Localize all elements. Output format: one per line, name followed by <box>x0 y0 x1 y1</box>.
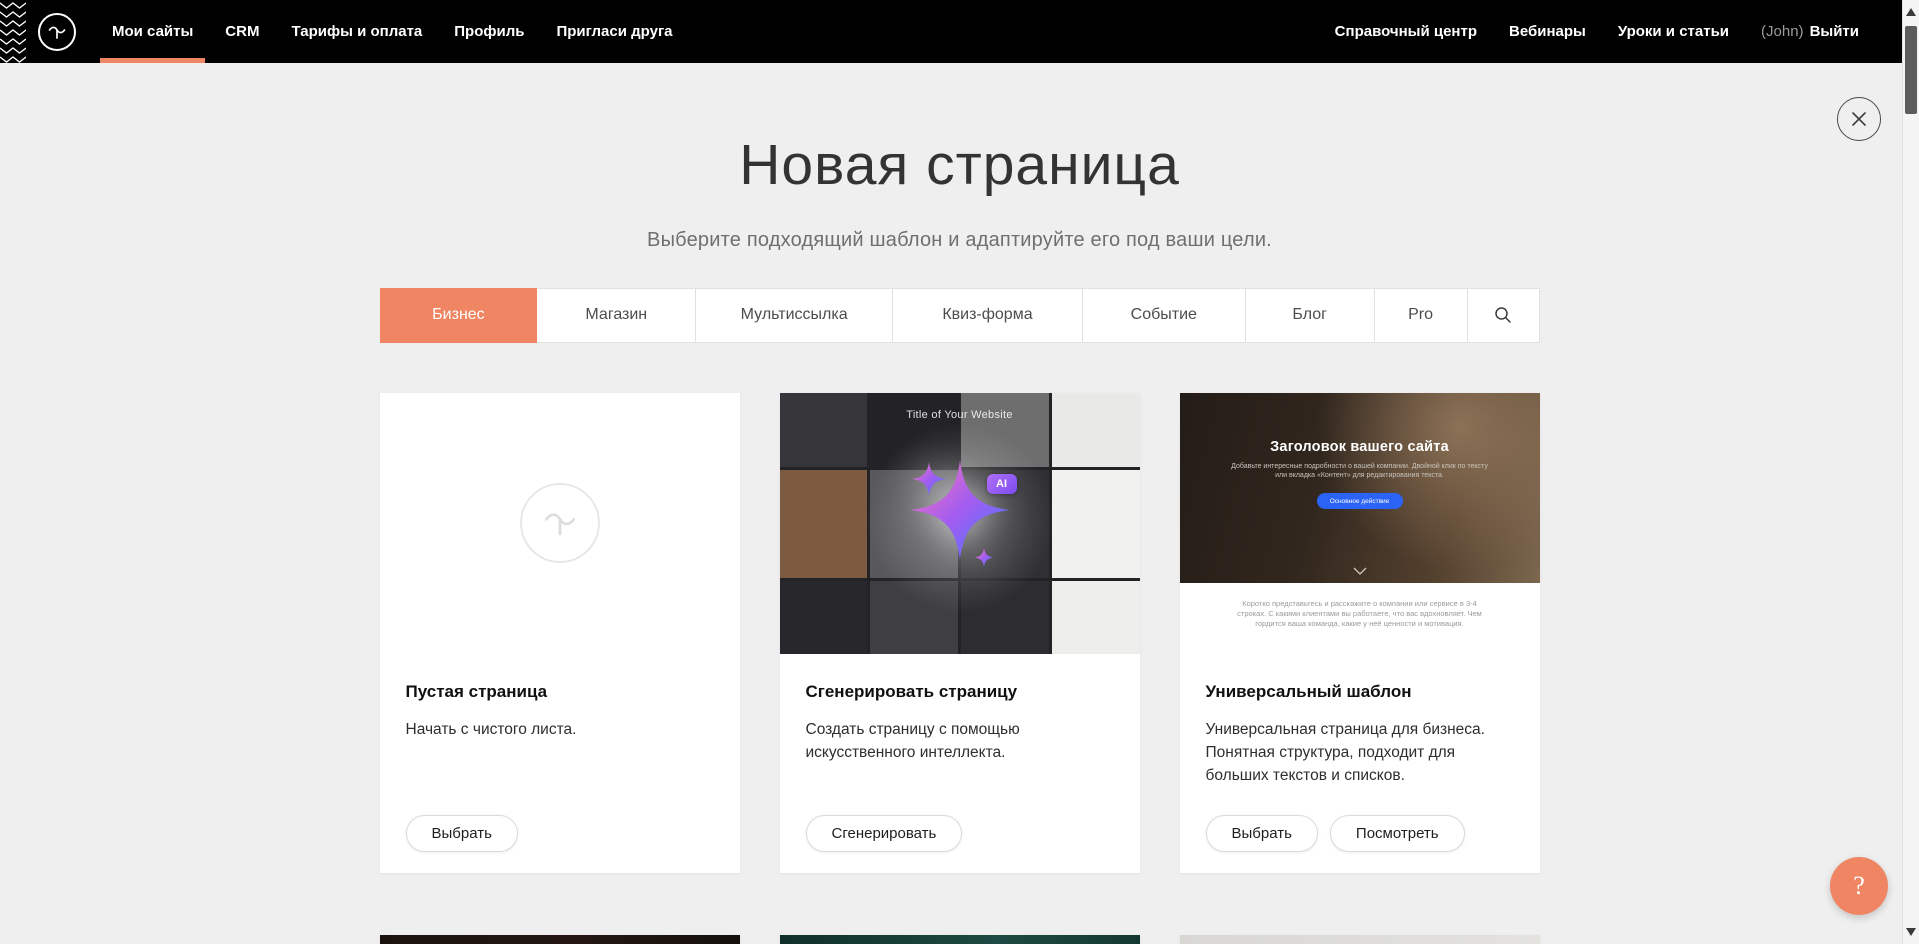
card-actions: Выбрать <box>406 815 518 852</box>
tab-quiz-form[interactable]: Квиз-форма <box>893 289 1083 342</box>
user-block: (John) Выйти <box>1745 23 1859 40</box>
topbar: Мои сайты CRM Тарифы и оплата Профиль Пр… <box>0 0 1919 63</box>
nav-label: Вебинары <box>1509 23 1586 40</box>
template-search-button[interactable] <box>1468 289 1539 342</box>
nav-label: Уроки и статьи <box>1618 23 1729 40</box>
user-name: (John) <box>1761 23 1804 40</box>
nav-label: CRM <box>225 23 259 40</box>
close-button[interactable] <box>1837 97 1881 141</box>
tab-business[interactable]: Бизнес <box>380 288 538 343</box>
card-actions: Сгенерировать <box>806 815 963 852</box>
tab-label: Событие <box>1131 306 1197 324</box>
template-category-tabs: Бизнес Магазин Мультиссылка Квиз-форма С… <box>380 288 1540 343</box>
template-preview: Заголовок вашего сайта Добавьте интересн… <box>1180 393 1540 654</box>
scrollbar-thumb[interactable] <box>1905 26 1917 114</box>
preview-body: Коротко представьтесь и расскажите о ком… <box>1180 583 1540 654</box>
search-icon <box>1494 306 1512 324</box>
scroll-down-arrow[interactable] <box>1906 928 1916 936</box>
select-blank-button[interactable]: Выбрать <box>406 815 518 852</box>
template-preview <box>1180 935 1540 944</box>
select-template-button[interactable]: Выбрать <box>1206 815 1318 852</box>
page-title: Новая страница <box>380 133 1540 199</box>
card-blank-preview <box>380 393 740 654</box>
nav-label: Мои сайты <box>112 23 193 40</box>
nav-label: Профиль <box>454 23 524 40</box>
tab-label: Бизнес <box>432 306 485 324</box>
tilda-logo[interactable] <box>38 13 76 51</box>
card-description: Начать с чистого листа. <box>406 718 714 741</box>
preview-site-title: Title of Your Website <box>780 409 1140 421</box>
nav-label: Справочный центр <box>1335 23 1477 40</box>
card-actions: Выбрать Посмотреть <box>1206 815 1465 852</box>
card-universal-template[interactable]: Заголовок вашего сайта Добавьте интересн… <box>1180 393 1540 873</box>
card-description: Создать страницу с помощью искусственног… <box>806 718 1114 765</box>
card-blank-page[interactable]: Пустая страница Начать с чистого листа. … <box>380 393 740 873</box>
template-card-partial[interactable] <box>380 935 740 944</box>
main-nav: Мои сайты CRM Тарифы и оплата Профиль Пр… <box>96 0 689 63</box>
help-button[interactable]: ? <box>1830 857 1888 915</box>
logout-link[interactable]: Выйти <box>1810 23 1859 40</box>
generate-button[interactable]: Сгенерировать <box>806 815 963 852</box>
nav-invite-friend[interactable]: Пригласи друга <box>540 0 688 63</box>
nav-label: Пригласи друга <box>556 23 672 40</box>
template-cards-row-2 <box>380 935 1540 944</box>
tab-pro[interactable]: Pro <box>1375 289 1468 342</box>
scrollbar[interactable] <box>1902 0 1919 944</box>
nav-label: Тарифы и оплата <box>291 23 422 40</box>
card-body: Универсальный шаблон Универсальная стран… <box>1180 654 1540 788</box>
nav-my-sites[interactable]: Мои сайты <box>96 0 209 63</box>
ai-sparkle-icon <box>885 448 1035 588</box>
chevron-down-icon <box>1353 567 1367 575</box>
ai-collage-preview: Title of Your Website AI <box>780 393 1140 654</box>
tilda-tilde-icon <box>45 20 69 44</box>
close-icon <box>1850 110 1868 128</box>
tab-blog[interactable]: Блог <box>1246 289 1375 342</box>
tab-store[interactable]: Магазин <box>537 289 696 342</box>
card-title: Пустая страница <box>406 682 714 702</box>
preview-hero-button: Основное действие <box>1317 493 1403 509</box>
card-ai-generate[interactable]: Title of Your Website AI С <box>780 393 1140 873</box>
secondary-nav: Справочный центр Вебинары Уроки и статьи… <box>1319 0 1859 63</box>
tab-label: Блог <box>1292 306 1327 324</box>
template-card-partial[interactable] <box>780 935 1140 944</box>
tab-label: Квиз-форма <box>942 306 1032 324</box>
question-icon: ? <box>1853 871 1865 901</box>
card-title: Универсальный шаблон <box>1206 682 1514 702</box>
new-page-dialog: Новая страница Выберите подходящий шабло… <box>380 63 1540 944</box>
zigzag-pattern-icon <box>0 0 26 63</box>
preview-body-text: Коротко представьтесь и расскажите о ком… <box>1228 599 1492 629</box>
card-title: Сгенерировать страницу <box>806 682 1114 702</box>
template-cards-row: Пустая страница Начать с чистого листа. … <box>380 393 1540 873</box>
nav-lessons[interactable]: Уроки и статьи <box>1602 23 1745 40</box>
card-body: Пустая страница Начать с чистого листа. <box>380 654 740 741</box>
preview-hero-subtitle: Добавьте интересные подробности о вашей … <box>1225 462 1495 482</box>
tab-label: Pro <box>1408 306 1433 324</box>
template-preview <box>780 935 1140 944</box>
nav-profile[interactable]: Профиль <box>438 0 540 63</box>
tilda-watermark-icon <box>520 483 600 563</box>
ai-badge: AI <box>987 474 1017 494</box>
preview-hero: Заголовок вашего сайта Добавьте интересн… <box>1180 393 1540 583</box>
page-subtitle: Выберите подходящий шаблон и адаптируйте… <box>380 229 1540 252</box>
scroll-up-arrow[interactable] <box>1906 8 1916 16</box>
card-description: Универсальная страница для бизнеса. Поня… <box>1206 718 1514 788</box>
nav-crm[interactable]: CRM <box>209 0 275 63</box>
tab-event[interactable]: Событие <box>1083 289 1246 342</box>
nav-webinars[interactable]: Вебинары <box>1493 23 1602 40</box>
template-preview <box>380 935 740 944</box>
nav-help-center[interactable]: Справочный центр <box>1319 23 1493 40</box>
template-card-partial[interactable] <box>1180 935 1540 944</box>
preview-hero-title: Заголовок вашего сайта <box>1180 439 1540 455</box>
view-template-button[interactable]: Посмотреть <box>1330 815 1465 852</box>
tab-multilink[interactable]: Мультиссылка <box>696 289 893 342</box>
card-body: Сгенерировать страницу Создать страницу … <box>780 654 1140 765</box>
tab-label: Магазин <box>585 306 647 324</box>
tab-label: Мультиссылка <box>741 306 848 324</box>
nav-pricing[interactable]: Тарифы и оплата <box>275 0 438 63</box>
